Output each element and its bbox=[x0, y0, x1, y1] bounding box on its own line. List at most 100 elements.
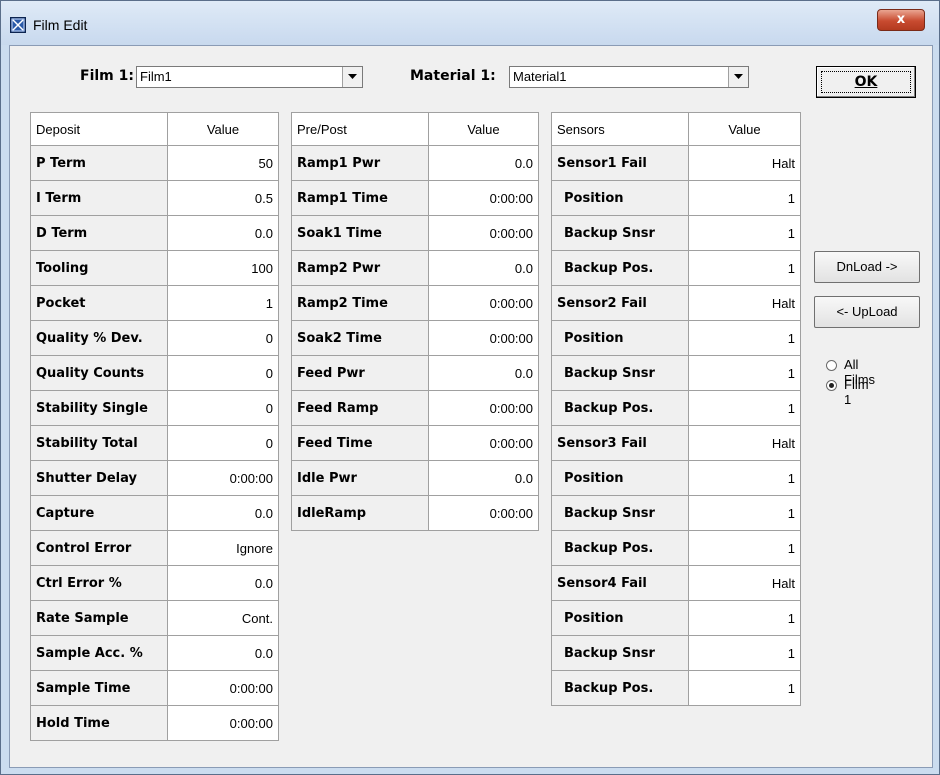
table-row: Position 1 bbox=[551, 600, 801, 636]
parameter-name: IdleRamp bbox=[291, 495, 429, 531]
table-row: Shutter Delay 0:00:00 bbox=[30, 460, 279, 496]
parameter-value-cell[interactable]: 0:00:00 bbox=[167, 460, 279, 496]
table-row: Feed Time 0:00:00 bbox=[291, 425, 539, 461]
parameter-name: Control Error bbox=[30, 530, 168, 566]
parameter-name: Position bbox=[551, 320, 689, 356]
table-row: Control Error Ignore bbox=[30, 530, 279, 566]
parameter-value-cell[interactable]: Ignore bbox=[167, 530, 279, 566]
parameter-name: Feed Ramp bbox=[291, 390, 429, 426]
parameter-value-cell[interactable]: Halt bbox=[688, 145, 801, 181]
table-row: Feed Ramp 0:00:00 bbox=[291, 390, 539, 426]
parameter-value-cell[interactable]: 0.5 bbox=[167, 180, 279, 216]
parameter-value-cell[interactable]: 0:00:00 bbox=[167, 705, 279, 741]
parameter-value-cell[interactable]: 1 bbox=[688, 250, 801, 286]
table-row: I Term 0.5 bbox=[30, 180, 279, 216]
upload-button[interactable]: <- UpLoad bbox=[814, 296, 920, 328]
table-row: Ramp2 Pwr 0.0 bbox=[291, 250, 539, 286]
parameter-value-cell[interactable]: 1 bbox=[688, 600, 801, 636]
parameter-name: Sample Acc. % bbox=[30, 635, 168, 671]
parameter-value-cell[interactable]: 0 bbox=[167, 425, 279, 461]
table-row: Backup Pos. 1 bbox=[551, 530, 801, 566]
table-row: Stability Total 0 bbox=[30, 425, 279, 461]
parameter-name: Ramp2 Time bbox=[291, 285, 429, 321]
dialog-body: Film 1: Film1 Material 1: Material1 OK D… bbox=[9, 45, 933, 768]
parameter-name: Sensor3 Fail bbox=[551, 425, 689, 461]
parameter-value-cell[interactable]: 1 bbox=[688, 355, 801, 391]
parameter-name: Ramp1 Time bbox=[291, 180, 429, 216]
parameter-name: Pocket bbox=[30, 285, 168, 321]
parameter-value-cell[interactable]: 1 bbox=[167, 285, 279, 321]
parameter-value-cell[interactable]: 50 bbox=[167, 145, 279, 181]
parameter-value-cell[interactable]: 0 bbox=[167, 390, 279, 426]
radio-button-icon[interactable] bbox=[826, 380, 837, 391]
parameter-value-cell[interactable]: 0.0 bbox=[167, 565, 279, 601]
parameter-name: Backup Snsr bbox=[551, 635, 689, 671]
parameter-value-cell[interactable]: 0:00:00 bbox=[428, 495, 539, 531]
table-row: IdleRamp 0:00:00 bbox=[291, 495, 539, 531]
material-dropdown-button[interactable] bbox=[728, 67, 748, 87]
parameter-value-cell[interactable]: Halt bbox=[688, 425, 801, 461]
table-header-row: Sensors Value bbox=[551, 112, 801, 146]
parameter-value-cell[interactable]: 0:00:00 bbox=[428, 425, 539, 461]
parameter-value-cell[interactable]: 0 bbox=[167, 320, 279, 356]
parameter-value-cell[interactable]: 0:00:00 bbox=[428, 320, 539, 356]
parameter-name: Sensor1 Fail bbox=[551, 145, 689, 181]
parameter-value-cell[interactable]: 100 bbox=[167, 250, 279, 286]
parameter-value-cell[interactable]: 1 bbox=[688, 390, 801, 426]
parameter-value-cell[interactable]: 0.0 bbox=[428, 355, 539, 391]
parameter-value-cell[interactable]: 0:00:00 bbox=[428, 215, 539, 251]
parameter-value-cell[interactable]: 0.0 bbox=[167, 635, 279, 671]
parameter-value-cell[interactable]: 1 bbox=[688, 215, 801, 251]
table-row: Backup Pos. 1 bbox=[551, 390, 801, 426]
film-select[interactable]: Film1 bbox=[136, 66, 363, 88]
parameter-name: I Term bbox=[30, 180, 168, 216]
table-row: Sensor2 Fail Halt bbox=[551, 285, 801, 321]
parameter-name: Ramp1 Pwr bbox=[291, 145, 429, 181]
parameter-value-cell[interactable]: 0:00:00 bbox=[428, 180, 539, 216]
parameter-value-cell[interactable]: 0.0 bbox=[167, 495, 279, 531]
table-row: Backup Snsr 1 bbox=[551, 215, 801, 251]
parameter-value-cell[interactable]: 1 bbox=[688, 320, 801, 356]
parameter-value-cell[interactable]: 0:00:00 bbox=[167, 670, 279, 706]
parameter-value-cell[interactable]: 0.0 bbox=[428, 145, 539, 181]
download-button[interactable]: DnLoad -> bbox=[814, 251, 920, 283]
parameter-name: Feed Time bbox=[291, 425, 429, 461]
table-row: Position 1 bbox=[551, 460, 801, 496]
close-button[interactable]: x bbox=[877, 9, 925, 31]
parameter-value-cell[interactable]: 0:00:00 bbox=[428, 390, 539, 426]
parameter-name: Soak1 Time bbox=[291, 215, 429, 251]
table-row: Pocket 1 bbox=[30, 285, 279, 321]
prepost-table: Pre/Post Value Ramp1 Pwr 0.0 Ramp1 Time 0:0… bbox=[291, 112, 539, 531]
column-header-sensors: Sensors bbox=[551, 112, 689, 146]
parameter-name: P Term bbox=[30, 145, 168, 181]
table-row: Idle Pwr 0.0 bbox=[291, 460, 539, 496]
parameter-value-cell[interactable]: 0.0 bbox=[428, 250, 539, 286]
table-row: Soak2 Time 0:00:00 bbox=[291, 320, 539, 356]
radio-button-icon[interactable] bbox=[826, 360, 837, 371]
table-row: Quality % Dev. 0 bbox=[30, 320, 279, 356]
parameter-value-cell[interactable]: Halt bbox=[688, 285, 801, 321]
title-bar[interactable]: Film Edit x bbox=[1, 1, 939, 45]
parameter-value-cell[interactable]: 1 bbox=[688, 530, 801, 566]
parameter-value-cell[interactable]: 0:00:00 bbox=[428, 285, 539, 321]
parameter-value-cell[interactable]: Halt bbox=[688, 565, 801, 601]
parameter-name: Quality Counts bbox=[30, 355, 168, 391]
table-row: Ramp1 Time 0:00:00 bbox=[291, 180, 539, 216]
material-select[interactable]: Material1 bbox=[509, 66, 749, 88]
table-row: Sample Time 0:00:00 bbox=[30, 670, 279, 706]
parameter-value-cell[interactable]: 1 bbox=[688, 635, 801, 671]
parameter-name: Capture bbox=[30, 495, 168, 531]
parameter-value-cell[interactable]: 0.0 bbox=[167, 215, 279, 251]
parameter-value-cell[interactable]: 1 bbox=[688, 180, 801, 216]
parameter-value-cell[interactable]: 1 bbox=[688, 460, 801, 496]
table-header-row: Pre/Post Value bbox=[291, 112, 539, 146]
ok-button[interactable]: OK bbox=[816, 66, 916, 98]
parameter-value-cell[interactable]: 0 bbox=[167, 355, 279, 391]
parameter-name: Sensor4 Fail bbox=[551, 565, 689, 601]
parameter-name: Backup Pos. bbox=[551, 530, 689, 566]
parameter-value-cell[interactable]: 1 bbox=[688, 670, 801, 706]
film-dropdown-button[interactable] bbox=[342, 67, 362, 87]
parameter-value-cell[interactable]: 0.0 bbox=[428, 460, 539, 496]
parameter-value-cell[interactable]: Cont. bbox=[167, 600, 279, 636]
parameter-value-cell[interactable]: 1 bbox=[688, 495, 801, 531]
